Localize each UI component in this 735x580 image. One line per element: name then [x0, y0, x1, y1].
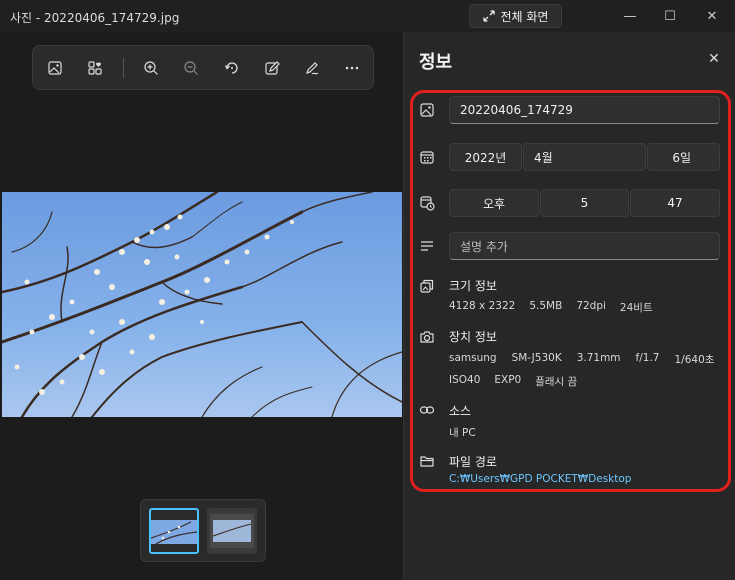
thumbnail[interactable] — [207, 508, 257, 554]
image-icon[interactable] — [44, 57, 66, 79]
resolution-value: 4128 x 2322 — [449, 300, 516, 312]
zoom-in-icon[interactable] — [140, 57, 162, 79]
panel-close-button[interactable]: ✕ — [704, 49, 724, 69]
thumbnail-selected[interactable] — [149, 508, 199, 554]
ampm-value: 오후 — [482, 196, 506, 211]
size-info-label: 크기 정보 — [449, 279, 497, 293]
size-info-icon — [420, 279, 434, 293]
collection-icon[interactable] — [84, 57, 106, 79]
more-icon[interactable] — [341, 57, 363, 79]
flash-value: 플래시 끔 — [535, 376, 578, 388]
filename-field[interactable]: 20220406_174729 — [449, 96, 720, 124]
minute-field[interactable]: 47 — [630, 189, 720, 217]
info-panel: 정보 ✕ 20220406_174729 2022년 4월 6일 오후 5 47… — [403, 32, 735, 580]
main-photo[interactable] — [2, 192, 402, 417]
device-info-label: 장치 정보 — [449, 330, 497, 344]
day-field[interactable]: 6일 — [647, 143, 720, 171]
shutter-value: 1/640초 — [674, 354, 715, 366]
panel-title: 정보 — [419, 52, 453, 73]
model-value: SM-J530K — [511, 352, 562, 364]
hour-field[interactable]: 5 — [540, 189, 629, 217]
day-value: 6일 — [672, 150, 691, 165]
minimize-icon: — — [623, 8, 637, 24]
window-title: 사진 - 20220406_174729.jpg — [10, 11, 180, 25]
zoom-out-icon[interactable] — [180, 57, 202, 79]
draw-icon[interactable] — [301, 57, 323, 79]
size-info-values: 4128 x 2322 5.5MB 72dpi 24비트 — [449, 300, 653, 315]
device-info-values-2: ISO40 EXP0 플래시 끔 — [449, 374, 577, 389]
hour-value: 5 — [580, 196, 589, 210]
image-toolbar — [32, 45, 374, 90]
clock-calendar-icon — [420, 196, 435, 211]
toolbar-separator — [123, 58, 124, 78]
dpi-value: 72dpi — [576, 300, 606, 312]
photo-viewer — [0, 32, 403, 580]
focal-length-value: 3.71mm — [576, 352, 621, 364]
exposure-value: EXP0 — [494, 374, 522, 386]
description-icon — [421, 241, 433, 251]
month-field[interactable]: 4월 — [523, 143, 646, 171]
ampm-field[interactable]: 오후 — [449, 189, 539, 217]
filmstrip — [140, 499, 266, 562]
close-window-button[interactable]: ✕ — [692, 4, 732, 28]
iso-value: ISO40 — [449, 374, 481, 386]
close-icon: ✕ — [708, 51, 720, 67]
year-value: 2022년 — [464, 150, 507, 165]
minimize-button[interactable]: — — [610, 4, 650, 28]
maker-value: samsung — [449, 352, 497, 364]
maximize-button[interactable]: ☐ — [650, 4, 690, 28]
title-bar: 사진 - 20220406_174729.jpg 전체 화면 — ☐ ✕ — [0, 0, 735, 32]
calendar-icon — [420, 151, 434, 164]
fullscreen-button[interactable]: 전체 화면 — [469, 4, 562, 28]
source-values: 내 PC — [449, 425, 476, 440]
expand-icon — [482, 10, 495, 22]
source-value: 내 PC — [449, 427, 476, 439]
close-icon: ✕ — [706, 8, 718, 24]
file-path-values: C:₩Users₩GPD POCKET₩Desktop — [449, 473, 631, 485]
file-path-label: 파일 경로 — [449, 455, 497, 469]
year-field[interactable]: 2022년 — [449, 143, 522, 171]
link-icon — [419, 406, 435, 414]
maximize-icon: ☐ — [664, 8, 676, 24]
fullscreen-label: 전체 화면 — [500, 9, 549, 24]
minute-value: 47 — [667, 196, 683, 210]
file-path-link[interactable]: C:₩Users₩GPD POCKET₩Desktop — [449, 473, 631, 485]
device-info-values: samsung SM-J530K 3.71mm f/1.7 1/640초 — [449, 352, 714, 367]
bit-depth-value: 24비트 — [619, 302, 653, 314]
folder-icon — [420, 456, 434, 467]
month-value: 4월 — [534, 150, 553, 165]
source-label: 소스 — [449, 404, 472, 418]
description-input[interactable]: 설명 추가 — [449, 232, 720, 260]
aperture-value: f/1.7 — [635, 352, 660, 364]
camera-icon — [420, 331, 434, 343]
image-icon — [420, 103, 434, 117]
edit-image-icon[interactable] — [261, 57, 283, 79]
file-size-value: 5.5MB — [529, 300, 563, 312]
rotate-icon[interactable] — [221, 57, 243, 79]
